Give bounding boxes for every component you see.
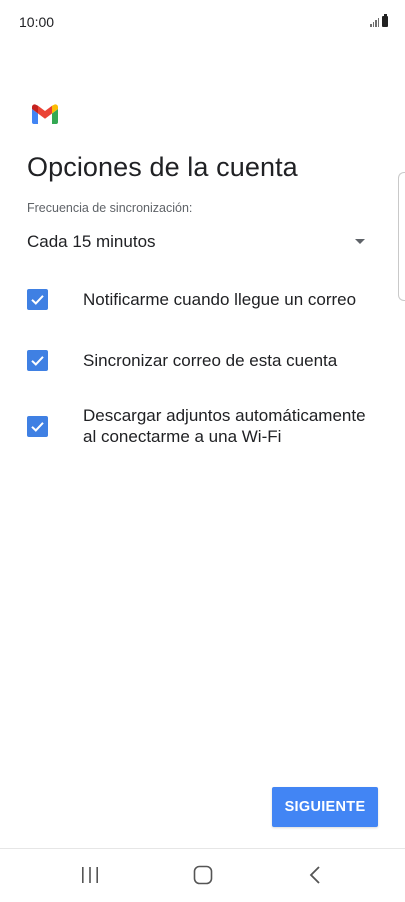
option-label: Descargar adjuntos automáticamente al co…	[83, 406, 366, 446]
option-download-attachments-wifi[interactable]: Descargar adjuntos automáticamente al co…	[27, 405, 382, 447]
status-time: 10:00	[19, 14, 55, 30]
checkbox-checked-icon[interactable]	[27, 289, 48, 310]
page-title: Opciones de la cuenta	[27, 152, 298, 182]
status-icons	[370, 14, 388, 27]
option-label: Notificarme cuando llegue un correo	[83, 290, 357, 309]
dropdown-arrow-icon	[355, 239, 365, 244]
recents-icon[interactable]	[76, 863, 104, 887]
option-notify-new-mail[interactable]: Notificarme cuando llegue un correo	[27, 289, 382, 310]
sync-frequency-dropdown[interactable]: Cada 15 minutos	[27, 228, 367, 258]
signal-bars-icon	[370, 17, 379, 27]
checkbox-checked-icon[interactable]	[27, 415, 48, 437]
checkbox-checked-icon[interactable]	[27, 350, 48, 371]
navigation-bar	[0, 849, 405, 902]
gmail-logo-icon	[32, 104, 58, 124]
option-sync-account-mail[interactable]: Sincronizar correo de esta cuenta	[27, 350, 382, 371]
sync-frequency-value: Cada 15 minutos	[27, 232, 156, 251]
sync-frequency-label: Frecuencia de sincronización:	[27, 201, 193, 215]
home-icon[interactable]	[189, 863, 217, 887]
battery-icon	[382, 14, 388, 27]
status-bar: 10:00	[0, 0, 405, 44]
next-button[interactable]: SIGUIENTE	[272, 787, 378, 827]
edge-panel-handle[interactable]	[398, 172, 405, 301]
back-icon[interactable]	[302, 863, 330, 887]
option-label: Sincronizar correo de esta cuenta	[83, 351, 338, 370]
